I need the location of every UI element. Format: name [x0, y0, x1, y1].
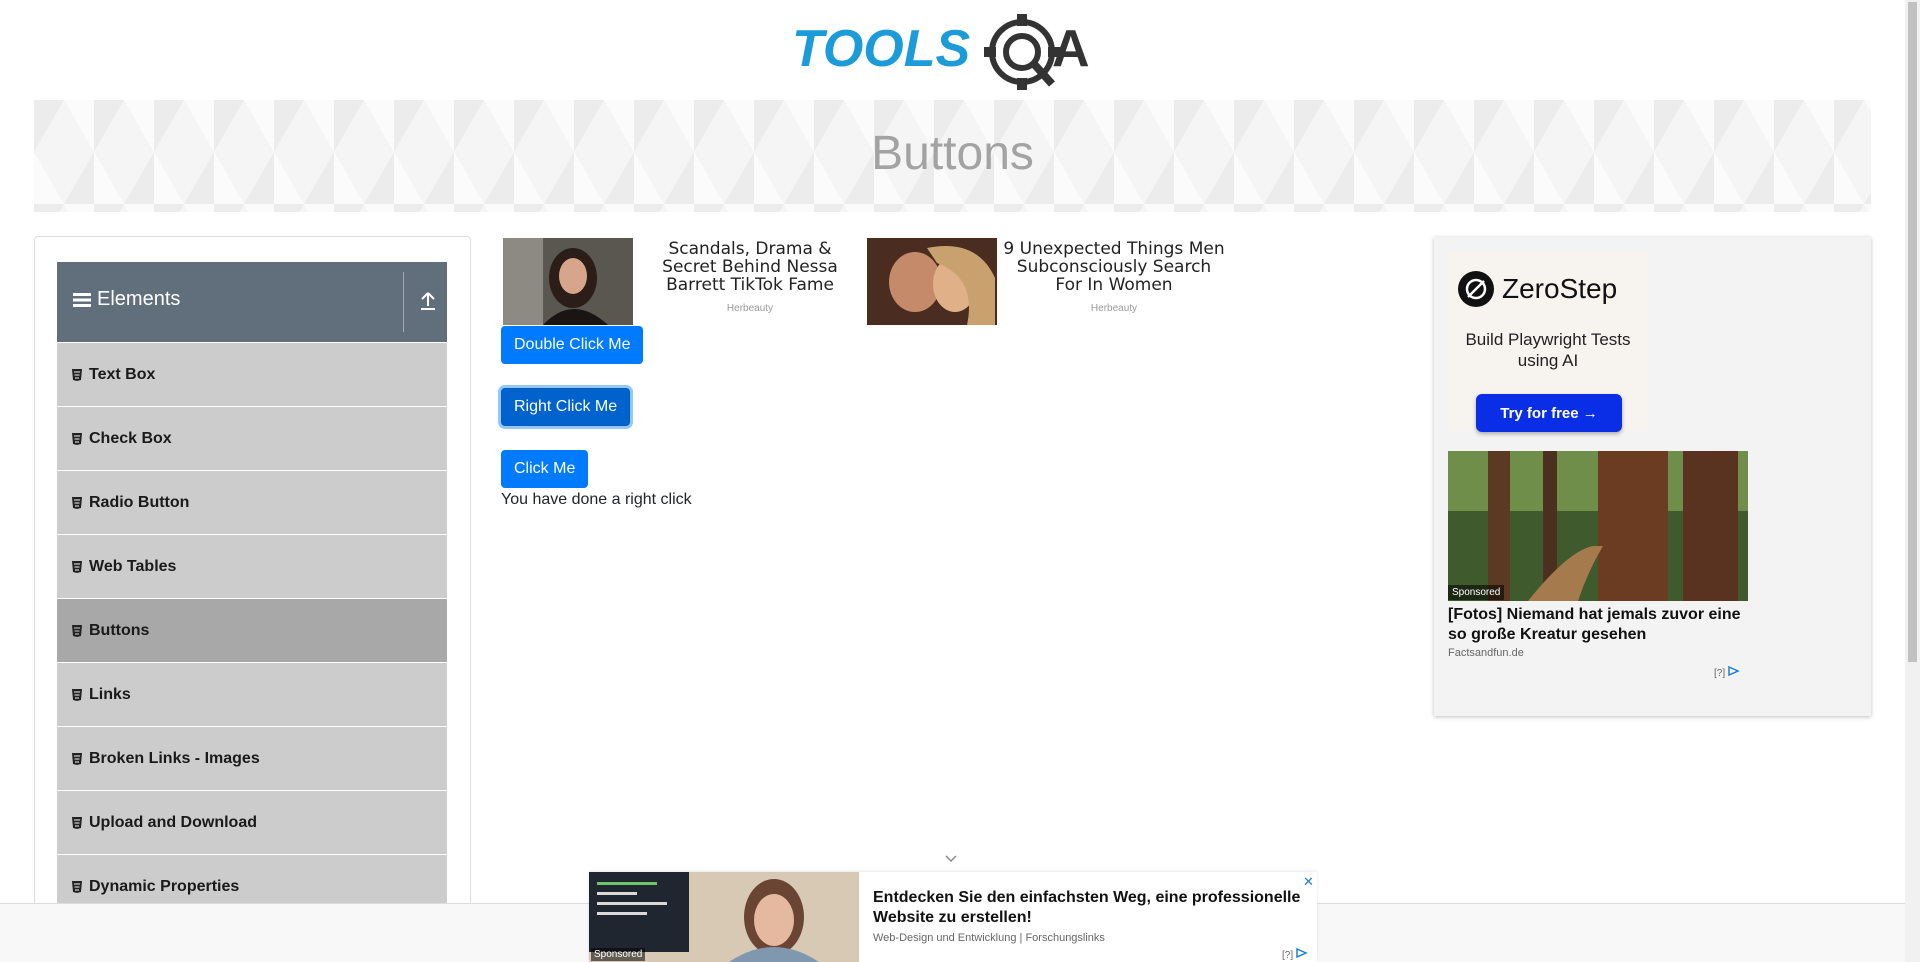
header-divider — [403, 272, 404, 332]
right-ad-panel[interactable]: ZeroStep Build Playwright Tests using AI… — [1434, 237, 1871, 716]
zerostep-subtitle: Build Playwright Tests using AI — [1465, 330, 1631, 370]
sidebar-item-label: Radio Button — [89, 493, 190, 511]
svg-text:TOOLS: TOOLS — [792, 20, 970, 78]
sidebar-item-label: Check Box — [89, 429, 172, 447]
scroll-thumb[interactable] — [1908, 2, 1917, 662]
sidebar-item-label: Links — [89, 685, 131, 703]
try-for-free-button[interactable]: Try for free → — [1476, 394, 1622, 432]
toolsqa-logo[interactable]: TOOLS A — [790, 14, 1116, 92]
zerostep-brand: ZeroStep — [1502, 273, 1618, 304]
ad-source: Herbeauty — [726, 303, 774, 314]
html5-icon — [72, 816, 82, 829]
ad-info-label: [?] — [1714, 668, 1726, 679]
sidebar-item-label: Broken Links - Images — [89, 749, 260, 767]
sidebar-item-buttons[interactable]: Buttons — [57, 598, 447, 662]
sidebar-item-upload-download[interactable]: Upload and Download — [57, 790, 447, 854]
zerostep-logo-icon — [1458, 271, 1494, 307]
adchoices-icon — [1728, 665, 1740, 677]
sponsored-badge: Sponsored — [1448, 585, 1505, 600]
bottom-sticky-ad[interactable]: Sponsored Entdecken Sie den einfachsten … — [589, 872, 1317, 962]
left-sidebar: Elements Text Box Check Box Radio Button… — [34, 236, 471, 962]
right-click-button[interactable]: Right Click Me — [501, 388, 631, 426]
native-ad-card[interactable]: Scandals, Drama & Secret Behind Nessa Ba… — [503, 238, 863, 328]
right-ad-source: Factsandfun.de — [1448, 647, 1524, 659]
ad-photo-couple — [867, 238, 997, 325]
sidebar-item-check-box[interactable]: Check Box — [57, 406, 447, 470]
ad-photo-redwoods — [1448, 451, 1748, 601]
html5-icon — [72, 560, 82, 573]
sidebar-item-links[interactable]: Links — [57, 662, 447, 726]
bottom-ad-headline[interactable]: Entdecken Sie den einfachsten Weg, eine … — [873, 888, 1313, 928]
sidebar-item-radio-button[interactable]: Radio Button — [57, 470, 447, 534]
bottom-ad-source: Web-Design und Entwicklung | Forschungsl… — [873, 932, 1105, 944]
ad-source: Herbeauty — [1090, 303, 1138, 314]
page-title: Buttons — [871, 127, 1034, 180]
group-title: Elements — [97, 288, 181, 310]
right-click-message: You have done a right click — [501, 491, 692, 508]
html5-icon — [72, 752, 82, 765]
sidebar-item-label: Upload and Download — [89, 813, 257, 831]
sidebar-item-label: Buttons — [89, 621, 150, 639]
ad-photo-woman — [503, 238, 633, 325]
sidebar-item-broken-links[interactable]: Broken Links - Images — [57, 726, 447, 790]
html5-icon — [72, 496, 82, 509]
click-me-button[interactable]: Click Me — [501, 450, 589, 488]
right-ad-title[interactable]: [Fotos] Niemand hat jemals zuvor eine so… — [1448, 605, 1748, 645]
ad-headline: 9 Unexpected Things Men Subconsciously S… — [1003, 239, 1225, 295]
chevron-down-icon[interactable] — [944, 852, 958, 866]
adchoices-info[interactable]: [?] — [1714, 665, 1740, 679]
title-banner: Buttons — [34, 100, 1871, 212]
menu-list: Text Box Check Box Radio Button Web Tabl… — [57, 342, 447, 918]
hamburger-icon — [73, 292, 91, 307]
sidebar-item-label: Text Box — [89, 365, 156, 383]
page: TOOLS A Buttons Elements Text Box Check … — [0, 0, 1920, 962]
close-icon[interactable]: ✕ — [1303, 874, 1314, 890]
double-click-button[interactable]: Double Click Me — [501, 326, 644, 364]
sidebar-item-label: Web Tables — [89, 557, 177, 575]
svg-text:A: A — [1052, 20, 1090, 78]
adchoices-icon — [1296, 947, 1308, 959]
zerostep-logo: ZeroStep — [1458, 271, 1617, 307]
html5-icon — [72, 880, 82, 893]
group-title-wrap: Elements — [73, 288, 180, 311]
ad-headline: Scandals, Drama & Secret Behind Nessa Ba… — [662, 239, 838, 295]
native-ad-card[interactable]: 9 Unexpected Things Men Subconsciously S… — [867, 238, 1227, 328]
sidebar-item-web-tables[interactable]: Web Tables — [57, 534, 447, 598]
html5-icon — [72, 688, 82, 701]
html5-icon — [72, 624, 82, 637]
sidebar-item-label: Dynamic Properties — [89, 877, 240, 895]
collapse-icon[interactable] — [419, 290, 437, 312]
elements-group-header[interactable]: Elements — [57, 262, 447, 342]
ad-info-label: [?] — [1282, 950, 1294, 961]
adchoices-info[interactable]: [?] — [1282, 947, 1308, 961]
page-scrollbar[interactable] — [1905, 0, 1920, 962]
html5-icon — [72, 432, 82, 445]
sponsored-badge: Sponsored — [591, 948, 646, 961]
zerostep-ad[interactable]: ZeroStep Build Playwright Tests using AI… — [1448, 251, 1648, 432]
sidebar-item-text-box[interactable]: Text Box — [57, 342, 447, 406]
html5-icon — [72, 368, 82, 381]
